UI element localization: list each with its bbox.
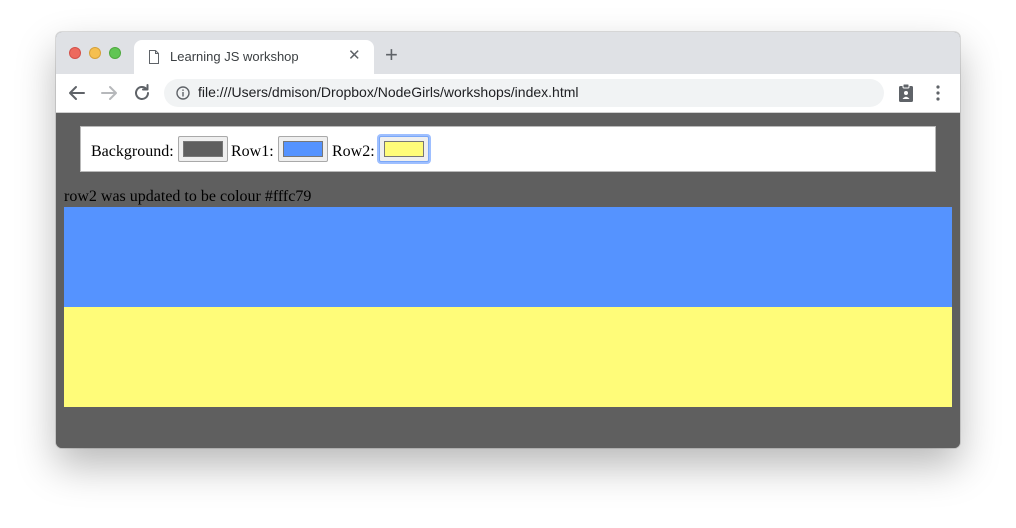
browser-toolbar: file:///Users/dmison/Dropbox/NodeGirls/w… (56, 74, 960, 113)
background-label: Background: (91, 143, 174, 160)
minimize-window-button[interactable] (89, 47, 101, 59)
reload-icon[interactable] (131, 82, 153, 104)
row2-block (64, 307, 952, 407)
info-icon[interactable] (176, 86, 190, 100)
background-color-picker[interactable] (178, 136, 228, 162)
close-window-button[interactable] (69, 47, 81, 59)
close-icon[interactable]: ✕ (348, 48, 361, 64)
row1-block (64, 207, 952, 307)
document-icon (149, 50, 159, 64)
arrow-left-icon[interactable] (66, 82, 88, 104)
tab-title: Learning JS workshop (170, 49, 299, 64)
tab-strip: Learning JS workshop ✕ + (56, 32, 960, 74)
row2-color-swatch (384, 141, 424, 157)
arrow-right-icon[interactable] (98, 82, 120, 104)
row1-color-swatch (283, 141, 323, 157)
row1-color-picker[interactable] (278, 136, 328, 162)
status-message: row2 was updated to be colour #fffc79 (64, 188, 312, 205)
row1-label: Row1: (231, 143, 274, 160)
plus-icon[interactable]: + (385, 44, 398, 66)
tab-learning-js-workshop[interactable]: Learning JS workshop ✕ (134, 40, 374, 74)
address-bar[interactable]: file:///Users/dmison/Dropbox/NodeGirls/w… (164, 79, 884, 107)
color-controls: Background: Row1: Row2: (80, 126, 936, 172)
kebab-menu-icon[interactable] (930, 83, 946, 103)
page-viewport: Background: Row1: Row2: row2 was updated… (56, 113, 960, 448)
clipboard-icon[interactable] (898, 83, 914, 103)
background-color-swatch (183, 141, 223, 157)
browser-window: Learning JS workshop ✕ + file:///Users/d… (56, 32, 960, 448)
maximize-window-button[interactable] (109, 47, 121, 59)
row2-color-picker[interactable] (379, 136, 429, 162)
row2-label: Row2: (332, 143, 375, 160)
url-text[interactable]: file:///Users/dmison/Dropbox/NodeGirls/w… (198, 84, 578, 100)
